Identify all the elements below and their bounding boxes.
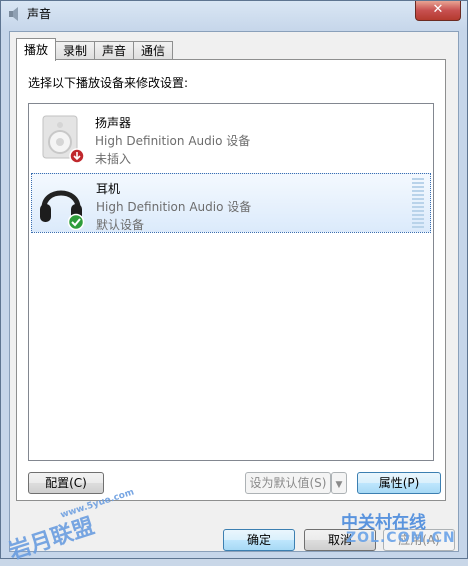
tab-recording[interactable]: 录制 bbox=[55, 41, 96, 61]
window-title: 声音 bbox=[27, 7, 52, 21]
volume-level-meter bbox=[412, 178, 424, 230]
headphones-icon bbox=[40, 190, 85, 230]
ok-button[interactable]: 确定 bbox=[223, 529, 295, 551]
speaker-title-icon bbox=[9, 7, 18, 21]
tab-strip: 播放 录制 声音 通信 bbox=[16, 38, 174, 61]
playback-panel: 选择以下播放设备来修改设置: 扬声器 High Definition Audio… bbox=[16, 59, 446, 501]
instruction-text: 选择以下播放设备来修改设置: bbox=[28, 76, 189, 90]
device-status: 未插入 bbox=[95, 152, 132, 166]
configure-button[interactable]: 配置(C) bbox=[28, 472, 104, 494]
device-status: 默认设备 bbox=[96, 218, 145, 232]
device-name: 耳机 bbox=[96, 182, 121, 196]
set-default-dropdown[interactable]: ▼ bbox=[331, 472, 347, 494]
title-bar[interactable]: 声音 ✕ bbox=[1, 1, 467, 27]
device-item-headphones[interactable]: 耳机 High Definition Audio 设备 默认设备 bbox=[31, 173, 431, 233]
device-name: 扬声器 bbox=[95, 116, 132, 130]
sound-dialog: 声音 ✕ 播放 录制 声音 通信 选择以下播放设备来修改设置: 扬声器 High… bbox=[0, 0, 468, 565]
device-description: High Definition Audio 设备 bbox=[96, 200, 252, 214]
device-item-speaker[interactable]: 扬声器 High Definition Audio 设备 未插入 bbox=[31, 108, 431, 168]
default-checkmark-icon bbox=[67, 213, 85, 230]
chevron-down-icon: ▼ bbox=[335, 480, 343, 490]
tab-playback[interactable]: 播放 bbox=[16, 38, 57, 61]
close-button[interactable]: ✕ bbox=[415, 1, 461, 21]
device-description: High Definition Audio 设备 bbox=[95, 134, 251, 148]
device-list[interactable]: 扬声器 High Definition Audio 设备 未插入 耳机 High… bbox=[28, 103, 434, 461]
dialog-client: 播放 录制 声音 通信 选择以下播放设备来修改设置: 扬声器 High Defi… bbox=[9, 31, 459, 552]
properties-button[interactable]: 属性(P) bbox=[357, 472, 441, 494]
set-default-button[interactable]: 设为默认值(S) bbox=[245, 472, 331, 494]
speaker-icon bbox=[42, 115, 85, 164]
tab-communications[interactable]: 通信 bbox=[133, 41, 174, 61]
tab-sounds[interactable]: 声音 bbox=[94, 41, 135, 61]
watermark-right-url: ZOL.COM.CN bbox=[346, 530, 456, 546]
